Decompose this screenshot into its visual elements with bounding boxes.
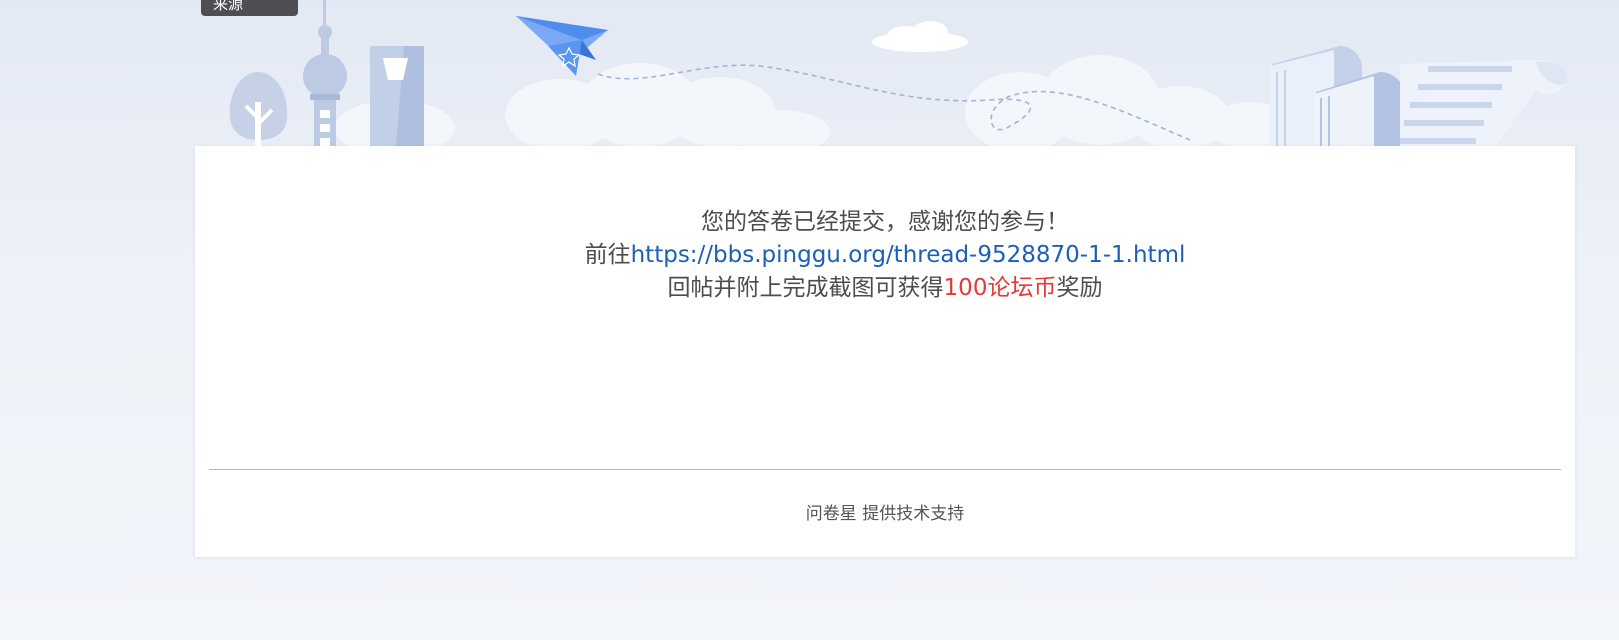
paper-plane-icon	[516, 16, 608, 76]
header-banner	[0, 0, 1619, 146]
tree-icon	[229, 72, 288, 146]
reward-amount: 100论坛币	[943, 275, 1057, 301]
reward-line-prefix: 回帖并附上完成截图可获得	[667, 275, 944, 301]
reward-line-suffix: 奖励	[1056, 275, 1103, 301]
thread-link[interactable]: https://bbs.pinggu.org/thread-9528870-1-…	[631, 242, 1186, 268]
thank-you-line: 您的答卷已经提交，感谢您的参与！	[701, 209, 1069, 235]
footer-support-text: 提供技术支持	[862, 504, 965, 524]
cloud-icon	[335, 55, 1290, 146]
footer-divider	[209, 469, 1561, 470]
paper-sheet-icon	[1400, 60, 1567, 146]
footer-brand-link[interactable]: 问卷星	[806, 504, 857, 524]
banner-illustration	[229, 0, 1567, 146]
link-line: 前往https://bbs.pinggu.org/thread-9528870-…	[195, 239, 1575, 272]
books-icon	[1270, 46, 1406, 146]
reward-line: 回帖并附上完成截图可获得100论坛币奖励	[195, 272, 1575, 305]
submission-message: 您的答卷已经提交，感谢您的参与！ 前往https://bbs.pinggu.or…	[195, 206, 1575, 305]
skyscraper-icon	[370, 46, 424, 146]
source-tab[interactable]: 来源	[201, 0, 298, 16]
footer: 问卷星 提供技术支持	[195, 502, 1575, 526]
small-cloud-icon	[872, 21, 968, 52]
source-tab-label: 来源	[213, 0, 244, 13]
link-line-prefix: 前往	[584, 242, 631, 268]
result-card: 您的答卷已经提交，感谢您的参与！ 前往https://bbs.pinggu.or…	[195, 146, 1575, 557]
